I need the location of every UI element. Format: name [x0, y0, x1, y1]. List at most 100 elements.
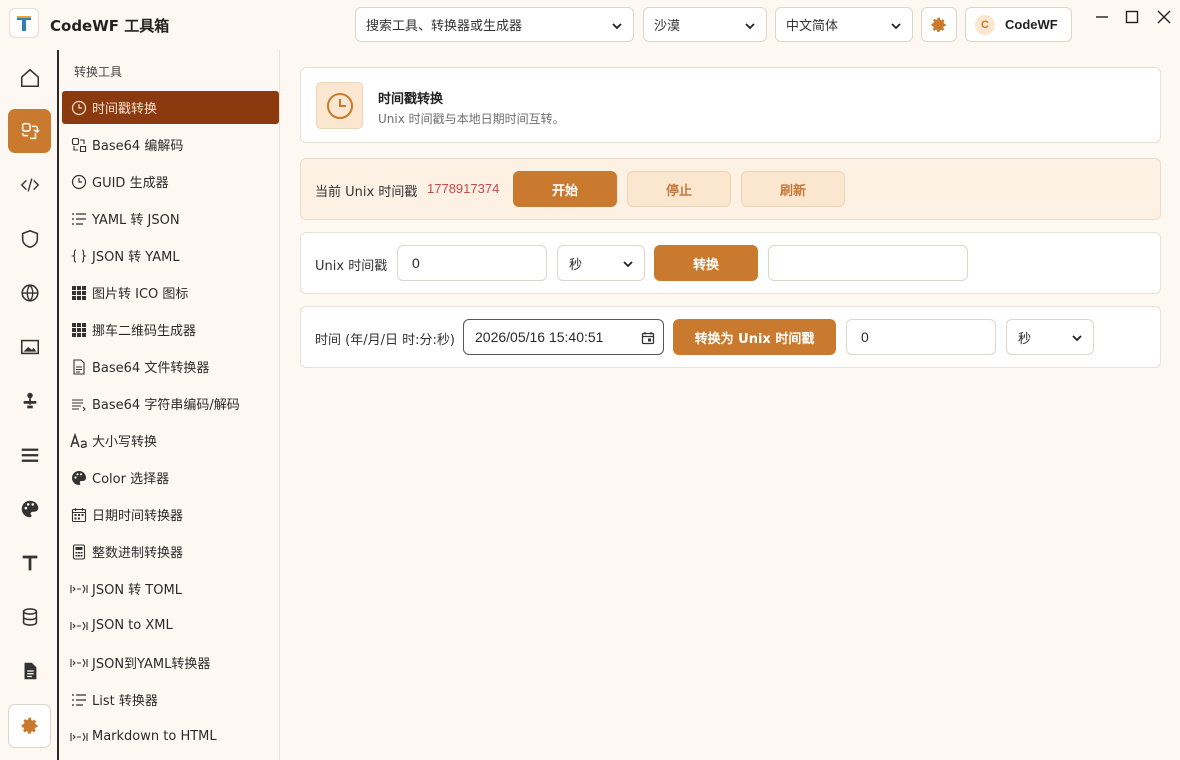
rail-item-design[interactable]: [8, 487, 51, 531]
calendar-icon[interactable]: [641, 331, 655, 345]
rail-item-code[interactable]: [8, 163, 51, 207]
sidebar-item[interactable]: JSON 转 YAML: [62, 239, 279, 272]
sidebar-item[interactable]: JSON到YAML转换器: [62, 646, 279, 679]
stop-button[interactable]: 停止: [627, 171, 731, 207]
avatar: C: [975, 14, 995, 35]
unix-result-output[interactable]: 0: [846, 319, 996, 355]
start-button[interactable]: 开始: [513, 171, 617, 207]
maximize-icon: [1125, 10, 1139, 24]
result-unit-value: 秒: [1018, 331, 1032, 347]
sidebar-item[interactable]: Base64 编解码: [62, 128, 279, 161]
gear-icon: [21, 717, 37, 734]
chevron-down-icon: [891, 23, 901, 30]
sidebar-item[interactable]: 挪车二维码生成器: [62, 313, 279, 346]
text-lines-icon: [68, 395, 90, 413]
sidebar-item-label: List 转换器: [92, 694, 158, 709]
rail-item-convert[interactable]: [8, 109, 51, 153]
rail-item-game[interactable]: [8, 379, 51, 423]
grid-icon: [68, 284, 90, 302]
rail-item-network[interactable]: [8, 271, 51, 315]
sidebar-item[interactable]: Base64 文件转换器: [62, 350, 279, 383]
sidebar-header: 转换工具: [74, 65, 123, 79]
convert-button[interactable]: 转换: [654, 245, 758, 281]
datetime-label: 时间 (年/月/日 时:分:秒): [315, 333, 455, 348]
file-icon: [68, 358, 90, 376]
chevron-down-icon: [745, 23, 755, 30]
title-bar: CodeWF 工具箱 搜索工具、转换器或生成器 沙漠 中文简体 C CodeWF: [0, 0, 1180, 50]
sidebar-item-label: Markdown to HTML: [92, 729, 217, 744]
font-case-icon: [68, 432, 90, 450]
datetime-input[interactable]: 2026/05/16 15:40:51: [463, 319, 664, 355]
braces-icon: [68, 247, 90, 265]
account-button[interactable]: C CodeWF: [965, 7, 1072, 42]
sidebar-item-label: JSON to XML: [92, 618, 173, 633]
theme-select[interactable]: 沙漠: [643, 7, 767, 42]
rail-item-database[interactable]: [8, 595, 51, 639]
unix-timestamp-input[interactable]: 0: [397, 245, 547, 281]
sidebar-item[interactable]: Color 选择器: [62, 461, 279, 494]
sidebar-item[interactable]: 大小写转换: [62, 424, 279, 457]
sidebar-item-label: Color 选择器: [92, 472, 170, 487]
sidebar-item[interactable]: JSON to XML: [62, 609, 279, 642]
category-rail: [0, 50, 59, 760]
calendar-icon: [68, 506, 90, 524]
clock-icon: [68, 99, 90, 117]
language-value: 中文简体: [786, 19, 839, 34]
app-logo: [9, 8, 39, 38]
convert-icon: [21, 122, 40, 140]
sidebar-item[interactable]: Base64 字符串编码/解码: [62, 387, 279, 420]
sidebar-item[interactable]: YAML 转 JSON: [62, 202, 279, 235]
calculator-icon: [68, 543, 90, 561]
sidebar-item[interactable]: 日期时间转换器: [62, 498, 279, 531]
rail-item-home[interactable]: [8, 56, 51, 100]
sidebar-item[interactable]: Markdown to HTML: [62, 720, 279, 753]
date-to-unix-card: 时间 (年/月/日 时:分:秒) 2026/05/16 15:40:51 转换为…: [300, 306, 1161, 368]
sidebar-item[interactable]: 时间戳转换: [62, 91, 279, 124]
current-timestamp-value: 1778917374: [427, 181, 500, 196]
search-dropdown[interactable]: 搜索工具、转换器或生成器: [355, 7, 634, 42]
list-lines-icon: [68, 691, 90, 709]
base64-icon: [68, 136, 90, 154]
unix-unit-value: 秒: [569, 257, 583, 273]
convert-small-icon: [68, 617, 90, 635]
result-unit-select[interactable]: 秒: [1006, 319, 1094, 355]
sidebar-item[interactable]: GUID 生成器: [62, 165, 279, 198]
settings-button[interactable]: [921, 7, 957, 42]
maximize-button[interactable]: [1122, 8, 1142, 26]
list-lines-icon: [68, 210, 90, 228]
tool-title: 时间戳转换: [378, 92, 444, 107]
rail-item-document[interactable]: [8, 649, 51, 693]
sidebar-item-label: Base64 文件转换器: [92, 361, 210, 376]
document-icon: [24, 662, 36, 680]
list-icon: [21, 448, 38, 462]
grid-icon: [68, 321, 90, 339]
refresh-button[interactable]: 刷新: [741, 171, 845, 207]
sidebar-item[interactable]: 整数进制转换器: [62, 535, 279, 568]
clock-icon: [68, 173, 90, 191]
sidebar-item-label: GUID 生成器: [92, 176, 169, 191]
convert-to-unix-button[interactable]: 转换为 Unix 时间戳: [673, 319, 836, 355]
sidebar-item-label: 图片转 ICO 图标: [92, 287, 189, 302]
sidebar-item-label: 挪车二维码生成器: [92, 324, 197, 339]
chevron-down-icon: [612, 23, 622, 30]
sidebar-item[interactable]: 图片转 ICO 图标: [62, 276, 279, 309]
sidebar-item-label: JSON 转 YAML: [92, 250, 180, 265]
rail-item-security[interactable]: [8, 217, 51, 261]
sidebar-item[interactable]: JSON 转 TOML: [62, 572, 279, 605]
unix-unit-select[interactable]: 秒: [557, 245, 645, 281]
convert-small-icon: [68, 580, 90, 598]
sidebar-item-label: 整数进制转换器: [92, 546, 184, 561]
main-panel: 时间戳转换 Unix 时间戳与本地日期时间互转。 当前 Unix 时间戳 177…: [280, 50, 1180, 760]
language-select[interactable]: 中文简体: [775, 7, 913, 42]
rail-item-text[interactable]: [8, 541, 51, 585]
rail-item-image[interactable]: [8, 325, 51, 369]
tool-header-card: 时间戳转换 Unix 时间戳与本地日期时间互转。: [300, 67, 1161, 143]
rail-item-list[interactable]: [8, 433, 51, 477]
sidebar-item[interactable]: List 转换器: [62, 683, 279, 716]
minimize-button[interactable]: [1092, 8, 1112, 26]
rail-item-settings[interactable]: [8, 704, 51, 748]
globe-icon: [20, 284, 39, 302]
close-button[interactable]: [1154, 8, 1174, 26]
gear-icon: [931, 17, 946, 32]
date-result-output[interactable]: [768, 245, 968, 281]
